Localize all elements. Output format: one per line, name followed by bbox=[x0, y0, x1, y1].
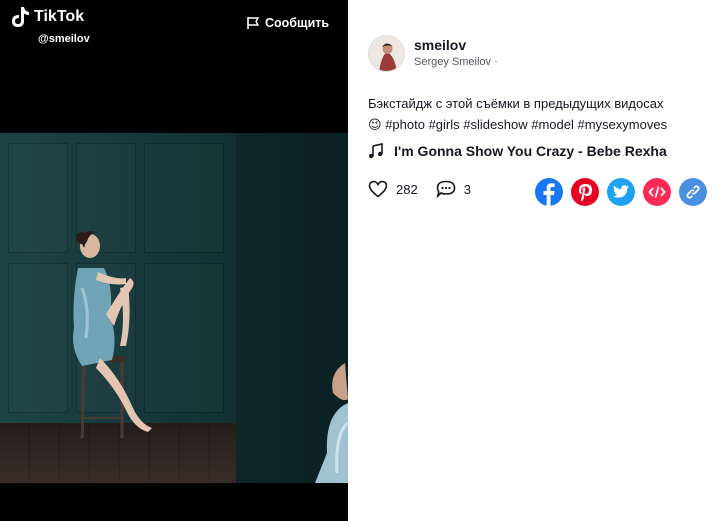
twitter-icon bbox=[613, 185, 629, 198]
link-icon bbox=[686, 185, 700, 199]
report-button[interactable]: Сообщить bbox=[246, 16, 329, 30]
share-buttons bbox=[535, 178, 707, 206]
tiktok-logo-text: TikTok bbox=[34, 8, 85, 25]
comment-icon bbox=[436, 180, 456, 198]
facebook-icon bbox=[543, 183, 555, 206]
hashtag[interactable]: #slideshow bbox=[463, 117, 527, 132]
comment-count: 3 bbox=[463, 181, 471, 197]
music-note-icon bbox=[369, 143, 383, 159]
hashtag[interactable]: #photo bbox=[385, 117, 425, 132]
video-description: Бэкстайдж с этой съёмки в предыдущих вид… bbox=[368, 93, 713, 135]
hashtag[interactable]: #mysexymoves bbox=[578, 117, 668, 132]
hashtag-list: 😉 #photo #girls #slideshow #model #mysex… bbox=[368, 114, 713, 135]
hashtag[interactable]: #model bbox=[531, 117, 574, 132]
partial-figure-image bbox=[315, 363, 348, 483]
video-frame bbox=[0, 133, 348, 483]
author-name: Sergey Smeilov · bbox=[414, 56, 498, 68]
emoji: 😉 bbox=[368, 117, 382, 132]
wall-panel bbox=[8, 263, 68, 413]
author-handle[interactable]: smeilov bbox=[414, 37, 466, 53]
facebook-share-button[interactable] bbox=[535, 178, 563, 206]
music-title: I'm Gonna Show You Crazy - Bebe Rexha bbox=[394, 143, 667, 159]
video-username[interactable]: @smeilov bbox=[38, 33, 90, 45]
pinterest-icon bbox=[579, 184, 592, 202]
hashtag[interactable]: #girls bbox=[429, 117, 460, 132]
tiktok-note-icon bbox=[12, 7, 29, 27]
video-player[interactable]: TikTok @smeilov Сообщить bbox=[0, 0, 348, 521]
avatar[interactable] bbox=[368, 35, 405, 72]
like-count: 282 bbox=[396, 181, 418, 197]
avatar-image bbox=[369, 36, 404, 71]
model-on-stool-image bbox=[73, 231, 152, 438]
like-button[interactable]: 282 bbox=[368, 180, 418, 198]
engagement-stats: 282 3 bbox=[368, 180, 489, 198]
embed-share-button[interactable] bbox=[643, 178, 671, 206]
report-label: Сообщить bbox=[265, 16, 330, 30]
twitter-share-button[interactable] bbox=[607, 178, 635, 206]
copy-link-button[interactable] bbox=[679, 178, 707, 206]
flag-icon bbox=[247, 17, 260, 29]
wall-panel bbox=[8, 143, 68, 253]
description-text: Бэкстайдж с этой съёмки в предыдущих вид… bbox=[368, 96, 664, 111]
video-info-panel: smeilov Sergey Smeilov · Бэкстайдж с это… bbox=[348, 0, 722, 521]
pinterest-share-button[interactable] bbox=[571, 178, 599, 206]
comment-button[interactable]: 3 bbox=[436, 180, 471, 198]
tiktok-logo: TikTok bbox=[10, 6, 84, 28]
embed-code-icon bbox=[648, 186, 666, 198]
music-link[interactable]: I'm Gonna Show You Crazy - Bebe Rexha bbox=[368, 143, 667, 159]
heart-icon bbox=[368, 180, 388, 198]
